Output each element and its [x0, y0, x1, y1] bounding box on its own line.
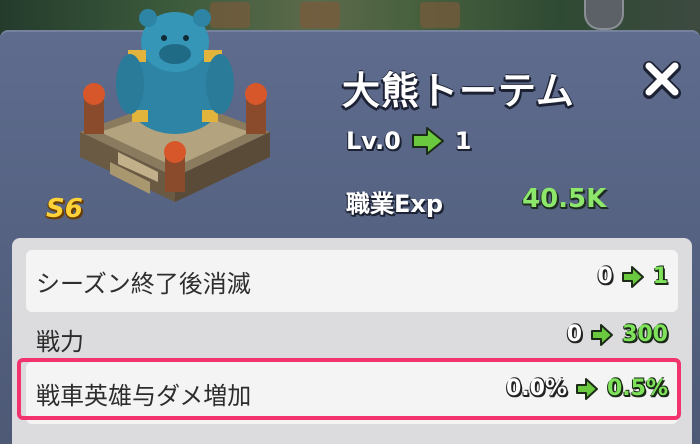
stat-from: 0 — [597, 264, 613, 289]
arrow-right-icon — [621, 265, 644, 288]
stat-from: 0 — [566, 322, 583, 347]
building-title: 大熊トーテム — [342, 69, 575, 113]
rank-badge: S6 — [46, 194, 83, 224]
chat-bubble-icon[interactable] — [584, 0, 624, 30]
world-building — [420, 2, 460, 28]
stat-to: 1 — [652, 264, 668, 289]
stat-label: 戦力 — [36, 328, 84, 356]
stat-values: 0 300 — [567, 322, 668, 347]
close-icon[interactable] — [640, 58, 684, 102]
level-next: 1 — [454, 127, 472, 155]
stat-row: シーズン終了後消滅 0 1 — [26, 250, 678, 312]
exp-value: 40.5K — [522, 184, 607, 214]
highlight-frame — [17, 358, 681, 420]
bear-totem-icon — [80, 9, 270, 202]
arrow-right-icon — [411, 127, 444, 155]
arrow-right-icon — [591, 323, 614, 346]
stat-to: 300 — [622, 322, 668, 347]
level-current: Lv.0 — [346, 127, 401, 155]
world-building — [300, 2, 340, 28]
exp-label: 職業Exp — [346, 190, 444, 218]
stat-label: シーズン終了後消滅 — [36, 270, 251, 298]
level-row: Lv.0 1 — [346, 126, 472, 156]
stat-values: 0 1 — [597, 264, 668, 289]
